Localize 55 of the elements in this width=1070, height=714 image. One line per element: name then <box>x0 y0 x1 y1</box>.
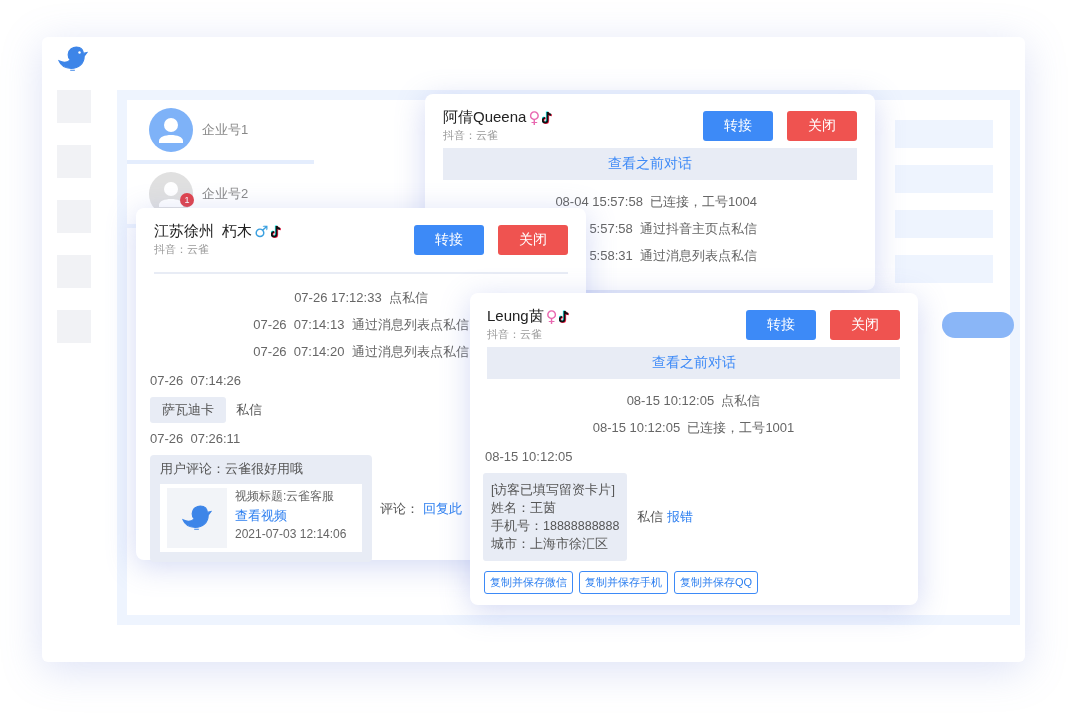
message-type: 私信 <box>637 508 664 526</box>
event-line: 07-26 17:12:33 点私信 <box>294 289 428 307</box>
comment-text: 用户评论：云雀很好用哦 <box>160 460 304 478</box>
history-button[interactable]: 查看之前对话 <box>487 347 900 379</box>
event-line: 07-26 07:14:13 通过消息列表点私信 <box>253 316 469 334</box>
bird-icon <box>182 504 212 532</box>
view-video-link[interactable]: 查看视频 <box>235 507 347 525</box>
lead-line: 手机号：18888888888 <box>491 518 620 535</box>
event-line: 07-26 07:14:20 通过消息列表点私信 <box>253 343 469 361</box>
close-button[interactable]: 关闭 <box>830 310 900 340</box>
platform-label: 抖音：云雀 <box>487 327 543 342</box>
contact-name: 江苏徐州 朽木 <box>154 222 253 241</box>
comment-label: 评论： <box>380 499 419 518</box>
event-line: 08-15 10:12:05 已连接，工号1001 <box>592 419 795 437</box>
gender-symbol: ♀ <box>528 108 541 127</box>
avatar-icon[interactable] <box>149 108 193 152</box>
report-link[interactable]: 报错 <box>667 508 694 526</box>
history-button[interactable]: 查看之前对话 <box>443 148 857 180</box>
message-time: 07-26 07:26:11 <box>150 430 241 448</box>
account-name[interactable]: 企业号1 <box>202 121 249 139</box>
gender-symbol: ♂ <box>254 222 269 241</box>
lead-line: 城市：上海市徐汇区 <box>491 536 609 553</box>
message-time: 07-26 07:14:26 <box>150 372 242 390</box>
video-title: 视频标题:云雀客服 <box>235 488 336 505</box>
music-note-icon <box>542 111 554 124</box>
copy-save-button[interactable]: 复制并保存QQ <box>674 571 759 594</box>
platform-label: 抖音：云雀 <box>154 242 210 257</box>
lead-line: [访客已填写留资卡片] <box>491 482 616 499</box>
event-line: 08-04 15:57:58 已连接，工号1004 <box>555 193 757 211</box>
reply-link[interactable]: 回复此 <box>423 499 462 518</box>
event-line: 08-15 10:12:05 点私信 <box>626 392 761 410</box>
music-note-icon <box>559 310 571 323</box>
gender-symbol: ♀ <box>545 307 558 326</box>
music-note-icon <box>270 225 282 238</box>
bird-logo-icon <box>58 45 88 73</box>
platform-label: 抖音：云雀 <box>443 128 499 143</box>
transfer-button[interactable]: 转接 <box>414 225 484 255</box>
unread-badge: 1 <box>180 193 194 207</box>
message-bubble: 萨瓦迪卡 <box>150 397 226 423</box>
copy-save-button[interactable]: 复制并保存微信 <box>484 571 573 594</box>
contact-name: 阿倩Queena <box>443 108 527 127</box>
video-date: 2021-07-03 12:14:06 <box>235 527 347 541</box>
close-button[interactable]: 关闭 <box>498 225 568 255</box>
event-line: 5:58:31 通过消息列表点私信 <box>589 247 757 265</box>
pill-button[interactable] <box>942 312 1014 338</box>
transfer-button[interactable]: 转接 <box>746 310 816 340</box>
lead-line: 姓名：王茵 <box>491 500 557 517</box>
message-time: 08-15 10:12:05 <box>485 448 573 466</box>
transfer-button[interactable]: 转接 <box>703 111 773 141</box>
contact-name: Leung茵 <box>487 307 544 326</box>
close-button[interactable]: 关闭 <box>787 111 857 141</box>
message-type: 私信 <box>236 401 262 419</box>
event-line: 5:57:58 通过抖音主页点私信 <box>589 220 757 238</box>
account-name[interactable]: 企业号2 <box>202 185 249 203</box>
copy-save-button[interactable]: 复制并保存手机 <box>579 571 668 594</box>
